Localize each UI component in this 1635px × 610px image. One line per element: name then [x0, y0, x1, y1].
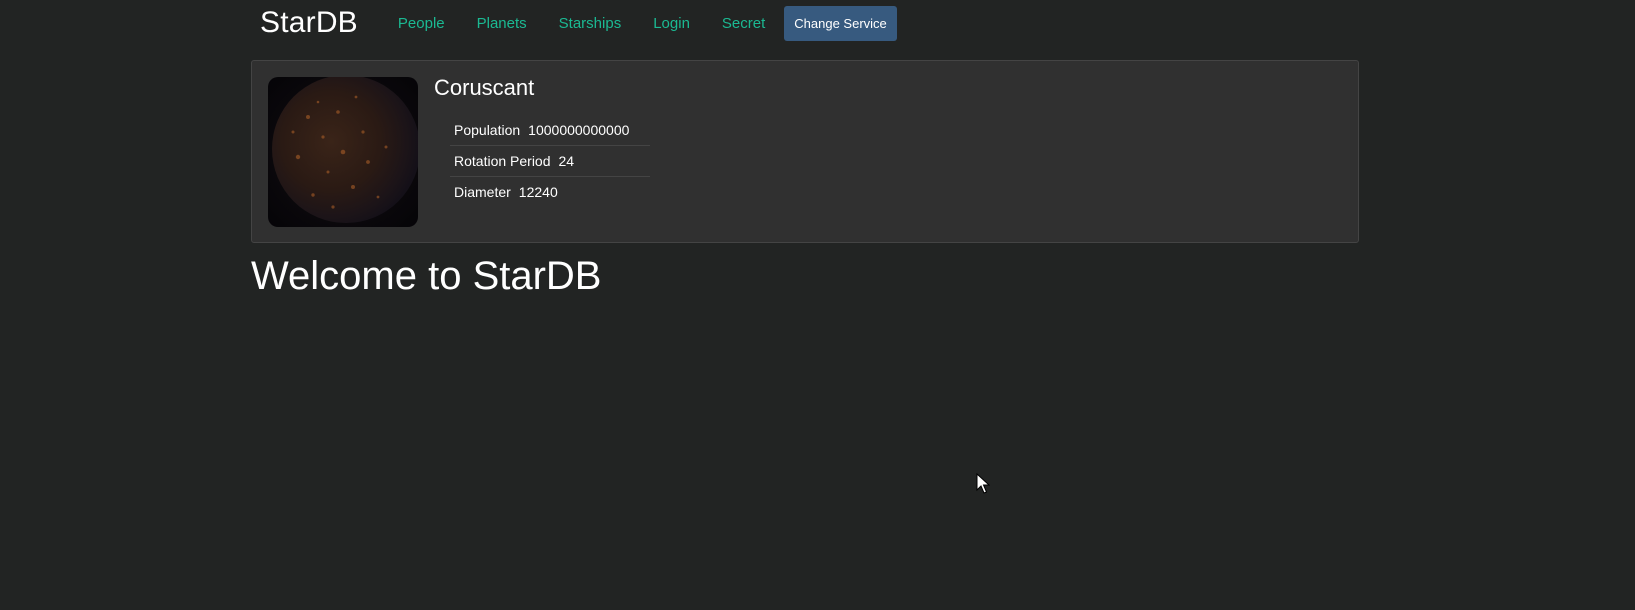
detail-term: Rotation Period — [454, 153, 551, 169]
nav-link-people[interactable]: People — [398, 15, 461, 32]
planet-image-graphic — [268, 77, 418, 227]
detail-value: 12240 — [518, 184, 558, 200]
planet-details: Coruscant Population 1000000000000 Rotati… — [434, 73, 650, 207]
detail-value: 1000000000000 — [528, 122, 630, 138]
planet-detail-list: Population 1000000000000 Rotation Period 2… — [450, 115, 650, 207]
detail-row-rotation-period: Rotation Period 24 — [450, 146, 650, 177]
welcome-heading: Welcome to StarDB — [251, 254, 602, 298]
brand-logo[interactable]: StarDB — [260, 6, 358, 40]
random-planet-card: Coruscant Population 1000000000000 Rotati… — [251, 60, 1359, 243]
planet-image — [268, 77, 418, 227]
nav-link-secret[interactable]: Secret — [706, 15, 781, 32]
header: StarDB People Planets Starships Login Se… — [260, 0, 897, 46]
main-nav: People Planets Starships Login Secret Ch… — [398, 5, 897, 41]
app-root: StarDB People Planets Starships Login Se… — [0, 0, 1635, 610]
mouse-cursor-icon — [976, 473, 990, 494]
detail-term: Population — [454, 122, 521, 138]
nav-link-planets[interactable]: Planets — [461, 15, 543, 32]
nav-link-starships[interactable]: Starships — [543, 15, 638, 32]
detail-term: Diameter — [454, 184, 511, 200]
detail-row-diameter: Diameter 12240 — [450, 177, 650, 207]
planet-name: Coruscant — [434, 75, 535, 100]
nav-link-login[interactable]: Login — [637, 15, 706, 32]
change-service-button[interactable]: Change Service — [784, 5, 897, 41]
detail-value: 24 — [558, 153, 575, 169]
detail-row-population: Population 1000000000000 — [450, 115, 650, 146]
